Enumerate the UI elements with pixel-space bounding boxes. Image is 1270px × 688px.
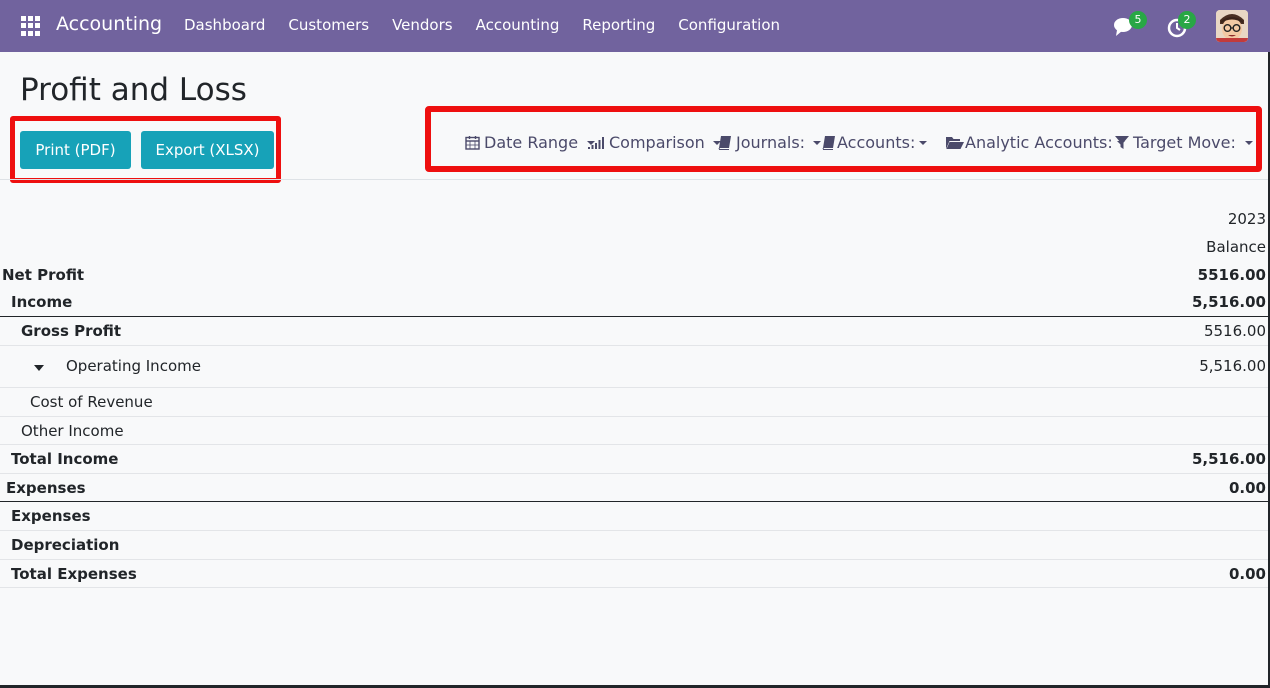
accounts-filter[interactable]: Accounts:: [822, 133, 928, 152]
row-divider: [0, 501, 1270, 502]
column-header-year: 2023: [1227, 210, 1266, 228]
row-label: Operating Income: [66, 357, 201, 375]
target-move-label: Target Move:: [1133, 133, 1236, 152]
journals-filter[interactable]: Journals:: [718, 133, 822, 152]
book-icon: [822, 136, 835, 150]
row-divider: [0, 416, 1270, 417]
activity-count-badge: 2: [1178, 11, 1196, 29]
row-label: Other Income: [21, 422, 124, 440]
row-divider: [0, 444, 1270, 445]
row-divider: [0, 559, 1270, 560]
row-value: 0.00: [1228, 479, 1266, 497]
menu-dashboard[interactable]: Dashboard: [184, 16, 265, 34]
main-menu: Dashboard Customers Vendors Accounting R…: [184, 16, 803, 34]
row-label: Net Profit: [2, 266, 85, 284]
folder-open-icon: [946, 136, 964, 149]
chevron-down-icon: [813, 140, 822, 145]
avatar-face-icon: [1216, 10, 1248, 42]
row-value: 5,516.00: [1191, 450, 1266, 468]
row-value: 5516.00: [1197, 266, 1266, 284]
row-label: Expenses: [6, 479, 86, 497]
menu-vendors[interactable]: Vendors: [392, 16, 453, 34]
row-divider: [0, 473, 1270, 474]
menu-configuration[interactable]: Configuration: [678, 16, 780, 34]
row-label: Depreciation: [11, 536, 120, 554]
chevron-down-icon: [919, 140, 928, 145]
row-label: Cost of Revenue: [30, 393, 153, 411]
export-xlsx-button[interactable]: Export (XLSX): [141, 131, 274, 169]
app-name[interactable]: Accounting: [56, 13, 162, 35]
row-value: 5516.00: [1203, 322, 1266, 340]
analytic-accounts-label: Analytic Accounts:: [965, 133, 1113, 152]
row-divider: [0, 387, 1270, 388]
date-range-label: Date Range: [484, 133, 579, 152]
print-pdf-button[interactable]: Print (PDF): [20, 131, 131, 169]
page-title: Profit and Loss: [20, 72, 247, 108]
row-divider: [0, 316, 1270, 317]
accounts-label: Accounts:: [837, 133, 916, 152]
row-divider: [0, 530, 1270, 531]
row-label: Income: [11, 293, 73, 311]
top-navbar: Accounting Dashboard Customers Vendors A…: [0, 0, 1270, 52]
filter-funnel-icon: [1115, 135, 1129, 149]
user-avatar[interactable]: [1216, 10, 1248, 42]
date-range-filter[interactable]: Date Range: [465, 133, 596, 152]
control-panel-divider: [0, 179, 1270, 180]
chevron-down-icon: [1244, 140, 1253, 145]
row-label: Gross Profit: [21, 322, 122, 340]
target-move-filter[interactable]: Target Move:: [1115, 133, 1253, 152]
comparison-filter[interactable]: Comparison: [588, 133, 721, 152]
analytic-accounts-filter[interactable]: Analytic Accounts:: [946, 133, 1125, 152]
report-row-operating-income[interactable]: Operating Income 5,516.00: [0, 357, 1270, 377]
calendar-icon: [465, 136, 480, 150]
column-header-balance: Balance: [1206, 238, 1266, 256]
signal-bars-icon: [588, 136, 604, 149]
row-label: Total Expenses: [11, 565, 137, 583]
book-icon: [718, 136, 731, 150]
row-value: 0.00: [1228, 565, 1266, 583]
row-label: Total Income: [11, 450, 119, 468]
menu-customers[interactable]: Customers: [288, 16, 369, 34]
apps-menu-icon[interactable]: [21, 16, 41, 36]
row-value: 5,516.00: [1191, 293, 1266, 311]
row-divider: [0, 345, 1270, 346]
row-value: 5,516.00: [1199, 357, 1266, 375]
journals-label: Journals:: [736, 133, 806, 152]
menu-reporting[interactable]: Reporting: [582, 16, 655, 34]
chat-count-badge: 5: [1129, 11, 1147, 29]
comparison-label: Comparison: [609, 133, 705, 152]
row-label: Expenses: [11, 507, 91, 525]
row-divider: [0, 587, 1270, 588]
menu-accounting[interactable]: Accounting: [476, 16, 560, 34]
expand-caret-icon[interactable]: [34, 365, 44, 371]
